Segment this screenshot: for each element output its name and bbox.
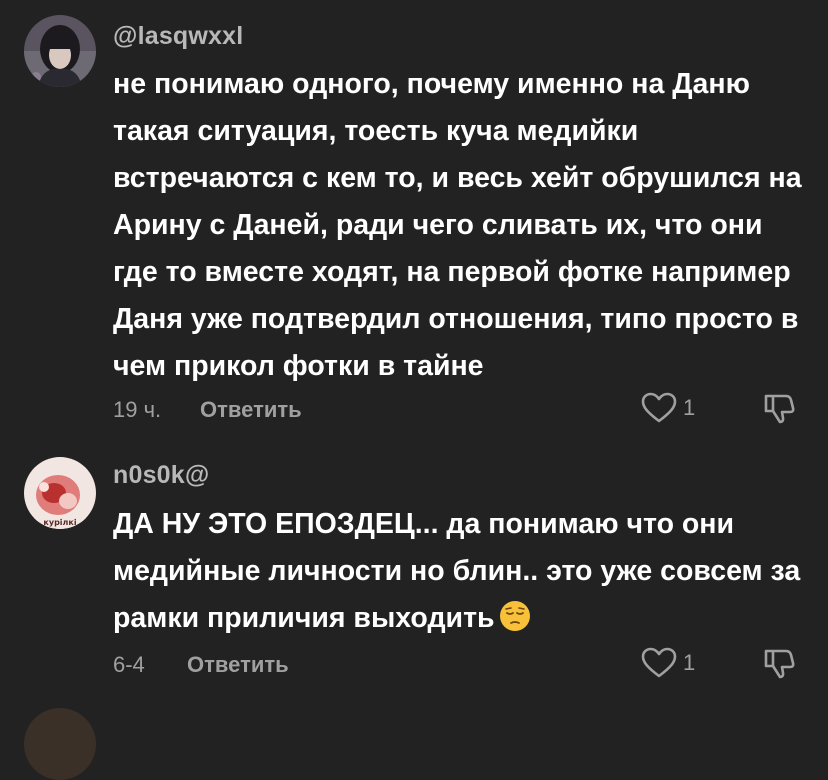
like-count: 1 xyxy=(683,395,696,420)
reply-button[interactable]: Ответить xyxy=(200,397,302,423)
reply-button[interactable]: Ответить xyxy=(187,652,289,678)
comment-text-content: ДА НУ ЭТО ЕПОЗДЕЦ... да понимаю что они … xyxy=(113,508,801,634)
thumbs-down-icon xyxy=(764,649,795,679)
thumbs-down-icon xyxy=(764,394,795,424)
user-avatar-icon xyxy=(24,15,96,87)
avatar[interactable] xyxy=(24,708,96,780)
comment-username[interactable]: n0s0k@ xyxy=(113,461,209,490)
like-button[interactable]: 1 xyxy=(641,391,695,425)
like-button[interactable]: 1 xyxy=(641,646,695,680)
comment-timestamp: 6-4 xyxy=(113,652,145,677)
comment-item: @lasqwxxl не понимаю одного, почему имен… xyxy=(0,0,828,440)
heart-outline-icon xyxy=(641,392,677,423)
comment-text: ДА НУ ЭТО ЕПОЗДЕЦ... да понимаю что они … xyxy=(113,501,813,642)
dislike-button[interactable] xyxy=(762,646,796,685)
comment-text: не понимаю одного, почему именно на Даню… xyxy=(113,68,802,382)
avatar[interactable]: курілкі xyxy=(24,457,96,529)
heart-outline-icon xyxy=(641,647,677,678)
pensive-face-emoji xyxy=(499,600,531,632)
user-avatar-icon: курілкі xyxy=(24,457,96,529)
comment-username[interactable]: @lasqwxxl xyxy=(113,22,243,51)
comment-item: курілкі n0s0k@ ДА НУ ЭТО ЕПОЗДЕЦ... да п… xyxy=(0,440,828,710)
avatar[interactable] xyxy=(24,15,96,87)
like-count: 1 xyxy=(683,650,696,675)
avatar-caption: курілкі xyxy=(43,517,76,527)
pensive-face-icon xyxy=(499,601,530,631)
dislike-button[interactable] xyxy=(762,391,796,430)
comment-timestamp: 19 ч. xyxy=(113,397,162,422)
